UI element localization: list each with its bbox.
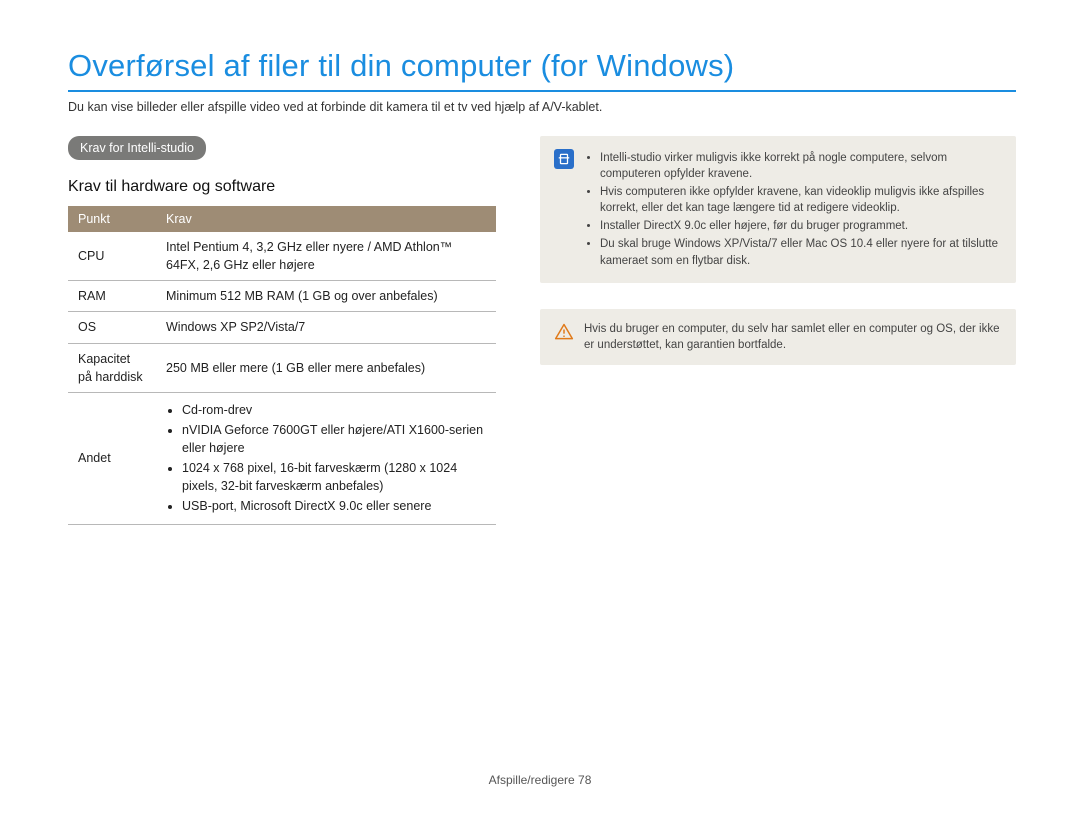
page-title: Overførsel af filer til din computer (fo…: [68, 48, 1016, 92]
warning-note: Hvis du bruger en computer, du selv har …: [540, 309, 1016, 365]
table-row: Andet Cd-rom-drev nVIDIA Geforce 7600GT …: [68, 392, 496, 524]
page-footer: Afspille/redigere 78: [0, 773, 1080, 787]
table-row: OS Windows XP SP2/Vista/7: [68, 312, 496, 343]
section-chip: Krav for Intelli-studio: [68, 136, 206, 160]
table-header-krav: Krav: [156, 206, 496, 232]
table-header-punkt: Punkt: [68, 206, 156, 232]
page-subtitle: Du kan vise billeder eller afspille vide…: [68, 100, 1016, 114]
requirements-table: Punkt Krav CPU Intel Pentium 4, 3,2 GHz …: [68, 206, 496, 525]
table-row: RAM Minimum 512 MB RAM (1 GB og over anb…: [68, 281, 496, 312]
row-label: CPU: [68, 232, 156, 281]
row-value: Minimum 512 MB RAM (1 GB og over anbefal…: [156, 281, 496, 312]
row-label: Kapacitet på harddisk: [68, 343, 156, 392]
row-label: Andet: [68, 392, 156, 524]
list-item: Cd-rom-drev: [182, 401, 486, 419]
footer-section: Afspille/redigere: [489, 773, 575, 787]
table-row: CPU Intel Pentium 4, 3,2 GHz eller nyere…: [68, 232, 496, 281]
note-icon: [554, 149, 574, 169]
list-item: Du skal bruge Windows XP/Vista/7 eller M…: [600, 236, 1002, 268]
warning-text: Hvis du bruger en computer, du selv har …: [584, 321, 1002, 353]
list-item: Installer DirectX 9.0c eller højere, før…: [600, 218, 1002, 234]
warning-icon: [554, 322, 574, 342]
list-item: Intelli-studio virker muligvis ikke korr…: [600, 150, 1002, 182]
row-value: Intel Pentium 4, 3,2 GHz eller nyere / A…: [156, 232, 496, 281]
table-row: Kapacitet på harddisk 250 MB eller mere …: [68, 343, 496, 392]
subsection-heading: Krav til hardware og software: [68, 178, 496, 196]
row-label: OS: [68, 312, 156, 343]
footer-page-number: 78: [578, 773, 591, 787]
row-value: 250 MB eller mere (1 GB eller mere anbef…: [156, 343, 496, 392]
list-item: USB-port, Microsoft DirectX 9.0c eller s…: [182, 497, 486, 515]
list-item: 1024 x 768 pixel, 16-bit farveskærm (128…: [182, 459, 486, 495]
list-item: nVIDIA Geforce 7600GT eller højere/ATI X…: [182, 421, 486, 457]
row-value: Cd-rom-drev nVIDIA Geforce 7600GT eller …: [156, 392, 496, 524]
row-value: Windows XP SP2/Vista/7: [156, 312, 496, 343]
info-note: Intelli-studio virker muligvis ikke korr…: [540, 136, 1016, 283]
list-item: Hvis computeren ikke opfylder kravene, k…: [600, 184, 1002, 216]
row-label: RAM: [68, 281, 156, 312]
